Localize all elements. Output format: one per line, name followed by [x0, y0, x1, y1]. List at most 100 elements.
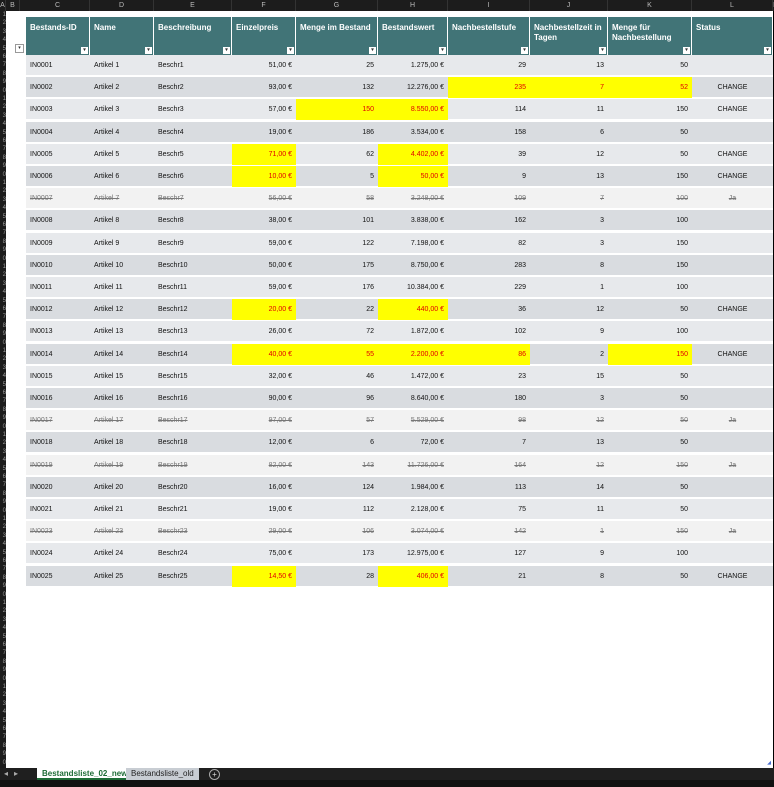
cell-reorder-qty[interactable]: 100 [608, 210, 692, 231]
table-row[interactable]: IN0001 Artikel 1 Beschr1 51,00 €25 1.275,00 … [26, 55, 773, 76]
cell-value[interactable]: 11.726,00 € [378, 455, 448, 476]
column-header-qty[interactable]: Menge im Bestand ▾ [296, 17, 378, 55]
filter-dropdown-icon[interactable]: ▾ [223, 47, 230, 54]
cell-reorder-qty[interactable]: 52 [608, 77, 692, 99]
cell-status[interactable] [692, 543, 773, 564]
cell-reorder-days[interactable]: 15 [530, 366, 608, 387]
cell-reorder-level[interactable]: 82 [448, 233, 530, 254]
cell-reorder-level[interactable]: 21 [448, 566, 530, 587]
table-row[interactable]: IN0008 Artikel 8 Beschr8 38,00 €101 3.838,00… [26, 210, 773, 232]
column-letter[interactable]: H [378, 0, 448, 11]
cell-reorder-days[interactable]: 7 [530, 77, 608, 99]
cell-reorder-days[interactable]: 13 [530, 55, 608, 76]
cell-id[interactable]: IN0011 [26, 277, 90, 298]
table-row[interactable]: IN0019 Artikel 19 Beschr19 82,00 €143 11.726… [26, 454, 773, 476]
cell-name[interactable]: Artikel 16 [90, 388, 154, 409]
column-header-reorder-level[interactable]: Nachbestellstufe ▾ [448, 17, 530, 55]
cell-name[interactable]: Artikel 4 [90, 122, 154, 143]
cell-name[interactable]: Artikel 8 [90, 210, 154, 231]
cell-id[interactable]: IN0024 [26, 543, 90, 564]
cell-reorder-days[interactable]: 13 [530, 166, 608, 187]
cell-id[interactable]: IN0014 [26, 344, 90, 365]
cell-price[interactable]: 16,00 € [232, 477, 296, 498]
sheet-grid[interactable]: ▾ Bestands-ID ▾ Name ▾ Beschreibung ▾ Einzelpr… [6, 11, 773, 768]
cell-reorder-qty[interactable]: 100 [608, 321, 692, 342]
cell-reorder-qty[interactable]: 150 [608, 455, 692, 476]
cell-value[interactable]: 8.550,00 € [378, 99, 448, 121]
cell-desc[interactable]: Beschr19 [154, 455, 232, 476]
cell-reorder-level[interactable]: 127 [448, 543, 530, 564]
column-letter[interactable]: E [154, 0, 232, 11]
cell-id[interactable]: IN0020 [26, 477, 90, 498]
cell-value[interactable]: 2.200,00 € [378, 343, 448, 365]
cell-qty[interactable]: 58 [296, 188, 378, 209]
cell-value[interactable]: 5.529,00 € [378, 410, 448, 431]
cell-id[interactable]: IN0019 [26, 455, 90, 476]
cell-status[interactable]: CHANGE [692, 77, 773, 98]
filter-dropdown-icon[interactable]: ▾ [521, 47, 528, 54]
cell-value[interactable]: 1.472,00 € [378, 366, 448, 387]
cell-reorder-qty[interactable]: 50 [608, 122, 692, 143]
cell-reorder-qty[interactable]: 150 [608, 99, 692, 120]
cell-status[interactable] [692, 210, 773, 231]
cell-qty[interactable]: 106 [296, 521, 378, 542]
cell-status[interactable] [692, 366, 773, 387]
cell-id[interactable]: IN0017 [26, 410, 90, 431]
cell-price[interactable]: 51,00 € [232, 55, 296, 76]
cell-qty[interactable]: 22 [296, 299, 378, 320]
table-row[interactable]: IN0009 Artikel 9 Beschr9 59,00 €122 7.198,00… [26, 232, 773, 254]
table-row[interactable]: IN0023 Artikel 23 Beschr23 29,00 €106 3.074,… [26, 521, 773, 543]
cell-price[interactable]: 56,00 € [232, 188, 296, 209]
cell-reorder-qty[interactable]: 50 [608, 410, 692, 431]
cell-name[interactable]: Artikel 18 [90, 432, 154, 453]
cell-reorder-level[interactable]: 142 [448, 521, 530, 542]
cell-value[interactable]: 3.248,00 € [378, 188, 448, 209]
cell-reorder-qty[interactable]: 50 [608, 477, 692, 498]
cell-value[interactable]: 8.750,00 € [378, 255, 448, 276]
cell-name[interactable]: Artikel 13 [90, 321, 154, 342]
cell-name[interactable]: Artikel 19 [90, 455, 154, 476]
table-row[interactable]: IN0020 Artikel 20 Beschr20 16,00 €124 1.984,… [26, 476, 773, 498]
tab-prev-icon[interactable]: ◂ [4, 768, 8, 780]
cell-id[interactable]: IN0012 [26, 299, 90, 320]
cell-id[interactable]: IN0018 [26, 432, 90, 453]
cell-reorder-level[interactable]: 39 [448, 144, 530, 165]
cell-reorder-level[interactable]: 98 [448, 410, 530, 431]
cell-price[interactable]: 19,00 € [232, 499, 296, 520]
table-row[interactable]: IN0004 Artikel 4 Beschr4 19,00 €186 3.534,00… [26, 121, 773, 143]
cell-reorder-level[interactable]: 114 [448, 99, 530, 120]
cell-reorder-level[interactable]: 283 [448, 255, 530, 276]
cell-qty[interactable]: 5 [296, 166, 378, 187]
cell-reorder-days[interactable]: 8 [530, 255, 608, 276]
filter-dropdown-icon[interactable]: ▾ [81, 47, 88, 54]
cell-reorder-qty[interactable]: 100 [608, 543, 692, 564]
cell-reorder-days[interactable]: 1 [530, 277, 608, 298]
filter-dropdown-icon[interactable]: ▾ [15, 44, 24, 53]
table-row[interactable]: IN0002 Artikel 2 Beschr2 93,00 €132 12.276,0… [26, 77, 773, 99]
cell-qty[interactable]: 176 [296, 277, 378, 298]
cell-reorder-days[interactable]: 12 [530, 144, 608, 165]
cell-status[interactable]: Ja [692, 521, 773, 542]
cell-status[interactable] [692, 55, 773, 76]
cell-qty[interactable]: 57 [296, 410, 378, 431]
cell-price[interactable]: 57,00 € [232, 99, 296, 120]
cell-name[interactable]: Artikel 9 [90, 233, 154, 254]
cell-reorder-level[interactable]: 7 [448, 432, 530, 453]
table-resize-handle-icon[interactable]: ◢ [767, 760, 771, 766]
cell-id[interactable]: IN0016 [26, 388, 90, 409]
cell-status[interactable] [692, 277, 773, 298]
cell-reorder-days[interactable]: 3 [530, 233, 608, 254]
cell-qty[interactable]: 143 [296, 455, 378, 476]
cell-price[interactable]: 75,00 € [232, 543, 296, 564]
cell-desc[interactable]: Beschr13 [154, 321, 232, 342]
cell-name[interactable]: Artikel 11 [90, 277, 154, 298]
cell-value[interactable]: 406,00 € [378, 565, 448, 587]
table-row[interactable]: IN0017 Artikel 17 Beschr17 97,00 €57 5.529,0… [26, 410, 773, 432]
cell-reorder-level[interactable]: 229 [448, 277, 530, 298]
cell-price[interactable]: 38,00 € [232, 210, 296, 231]
tab-next-icon[interactable]: ▸ [14, 768, 18, 780]
cell-name[interactable]: Artikel 21 [90, 499, 154, 520]
cell-reorder-days[interactable]: 3 [530, 210, 608, 231]
cell-value[interactable]: 4.402,00 € [378, 143, 448, 165]
cell-desc[interactable]: Beschr23 [154, 521, 232, 542]
